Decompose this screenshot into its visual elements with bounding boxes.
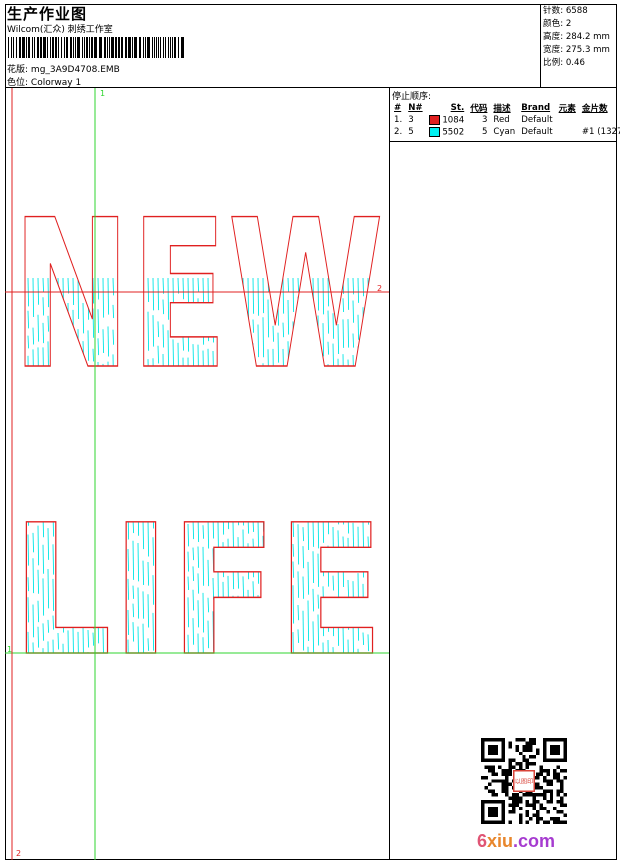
stop-sequence-title: 停止顺序:	[392, 92, 432, 102]
thread-table: # N# St. 代码 描述 Brand 元素 金片数 1. 3 1084 3 …	[391, 102, 620, 138]
embroidery-design-preview: NEW LIFE NEW LIFE 1 1 2 2	[5, 88, 389, 860]
panel-divider	[389, 87, 390, 860]
design-text-life: LIFE	[12, 487, 384, 696]
color-swatch-cyan	[428, 126, 440, 137]
colorway-label: 色位:	[7, 78, 29, 88]
stat-colors: 颜色: 2	[543, 19, 572, 29]
stats-panel: 针数: 6588 颜色: 2 高度: 284.2 mm 宽度: 275.3 mm…	[543, 5, 610, 70]
design-file-row: 花版: mg_3A9D4708.EMB	[7, 62, 120, 75]
col-stitches: St.	[450, 103, 465, 113]
company-name: Wilcom(汇众) 刺绣工作室	[7, 25, 113, 35]
guide-label-top: 1	[100, 89, 105, 98]
stat-width: 宽度: 275.3 mm	[543, 45, 610, 55]
design-text-new: NEW	[12, 177, 384, 415]
col-sequins: 金片数	[581, 104, 608, 114]
colorway-value: Colorway 1	[30, 78, 82, 88]
table-header: # N# St. 代码 描述 Brand 元素 金片数	[391, 102, 620, 114]
col-element: 元素	[558, 104, 576, 114]
design-outline-text: NEW LIFE	[11, 176, 384, 696]
page-title: 生产作业图	[7, 5, 88, 23]
stat-stitches: 针数: 6588	[543, 6, 588, 16]
qr-seal: 以图印	[515, 778, 534, 785]
qr-code: 以图印	[481, 738, 567, 824]
color-swatch-red	[428, 114, 440, 125]
table-divider	[389, 141, 617, 142]
col-desc: 描述	[493, 104, 511, 114]
guide-label-left: 1	[7, 645, 12, 654]
barcode	[8, 37, 184, 58]
guide-label-bottom: 2	[16, 849, 21, 858]
col-code: 代码	[470, 104, 488, 114]
design-value: mg_3A9D4708.EMB	[30, 65, 120, 75]
guide-label-right: 2	[377, 284, 382, 293]
site-watermark: 6xiu.com	[477, 831, 556, 851]
design-label: 花版:	[7, 65, 29, 75]
stats-divider	[540, 4, 541, 88]
colorway-row: 色位: Colorway 1	[7, 75, 81, 88]
col-index: #	[394, 103, 402, 113]
col-needle: N#	[408, 103, 423, 113]
table-row: 1. 3 1084 3 Red Default	[394, 114, 553, 126]
stat-height: 高度: 284.2 mm	[543, 32, 610, 42]
col-brand: Brand	[521, 103, 551, 113]
table-row: 2. 5 5502 5 Cyan Default #1 (1327)	[394, 126, 620, 138]
stat-scale: 比例: 0.46	[543, 58, 585, 68]
